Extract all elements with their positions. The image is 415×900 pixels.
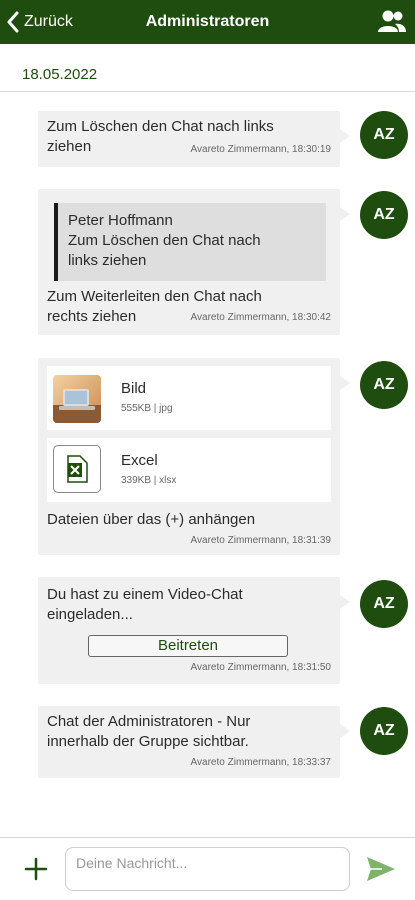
message-text-line: rechts ziehen: [47, 308, 137, 325]
plus-icon: [24, 857, 48, 881]
message-meta: Avareto Zimmermann, 18:30:19: [190, 144, 331, 155]
attachment-name: Bild: [121, 380, 147, 397]
send-button[interactable]: [366, 855, 396, 883]
message-text-line: Zum Weiterleiten den Chat nach: [47, 288, 262, 305]
attachment-excel[interactable]: Excel 339KB | xlsx: [47, 438, 331, 502]
excel-file-icon: [53, 445, 101, 493]
message-meta: Avareto Zimmermann, 18:31:50: [190, 662, 331, 673]
chat-message[interactable]: Bild 555KB | jpg Excel 339KB | xlsx Date…: [38, 358, 350, 555]
chat-message-list[interactable]: Zum Löschen den Chat nach links ziehen A…: [0, 93, 415, 837]
attachment-name: Excel: [121, 452, 158, 469]
message-input[interactable]: [65, 847, 350, 891]
message-meta: Avareto Zimmermann, 18:30:42: [190, 312, 331, 323]
avatar: AZ: [360, 191, 408, 239]
avatar: AZ: [360, 707, 408, 755]
chat-message[interactable]: Peter Hoffmann Zum Löschen den Chat nach…: [38, 189, 350, 335]
image-thumbnail: [53, 375, 101, 423]
date-header: 18.05.2022: [0, 44, 415, 92]
message-text-line: Zum Löschen den Chat nach links: [47, 118, 274, 135]
message-meta: Avareto Zimmermann, 18:31:39: [190, 535, 331, 546]
avatar: AZ: [360, 111, 408, 159]
chat-message[interactable]: Zum Löschen den Chat nach links ziehen A…: [38, 111, 350, 167]
attachment-image[interactable]: Bild 555KB | jpg: [47, 366, 331, 430]
quote-text-line: links ziehen: [68, 252, 147, 269]
group-members-button[interactable]: [377, 8, 407, 36]
chat-date: 18.05.2022: [22, 66, 98, 83]
chevron-left-icon: [7, 11, 19, 33]
join-video-chat-button[interactable]: Beitreten: [88, 635, 288, 657]
message-text-line: Du hast zu einem Video-Chat: [47, 586, 243, 603]
message-text-line: eingeladen...: [47, 606, 133, 623]
message-meta: Avareto Zimmermann, 18:33:37: [190, 757, 331, 768]
group-icon: [378, 10, 406, 32]
chat-message[interactable]: Chat der Administratoren - Nur innerhalb…: [38, 706, 350, 778]
attachment-info: 339KB | xlsx: [121, 475, 177, 486]
send-icon: [367, 857, 395, 881]
chat-message[interactable]: Du hast zu einem Video-Chat eingeladen..…: [38, 577, 350, 684]
avatar: AZ: [360, 580, 408, 628]
message-text-line: Chat der Administratoren - Nur: [47, 713, 251, 730]
attachment-info: 555KB | jpg: [121, 403, 173, 414]
message-text-line: ziehen: [47, 138, 92, 155]
quote-text-line: Zum Löschen den Chat nach: [68, 232, 261, 249]
add-attachment-button[interactable]: [22, 855, 50, 883]
message-text-line: innerhalb der Gruppe sichtbar.: [47, 733, 249, 750]
message-text-line: Dateien über das (+) anhängen: [47, 511, 256, 528]
back-button[interactable]: Zurück: [6, 0, 73, 44]
quoted-message: Peter Hoffmann Zum Löschen den Chat nach…: [54, 203, 326, 281]
top-bar: Zurück Administratoren: [0, 0, 415, 44]
quote-author: Peter Hoffmann: [68, 212, 173, 229]
message-composer: [0, 837, 415, 900]
back-label: Zurück: [24, 13, 73, 30]
avatar: AZ: [360, 361, 408, 409]
